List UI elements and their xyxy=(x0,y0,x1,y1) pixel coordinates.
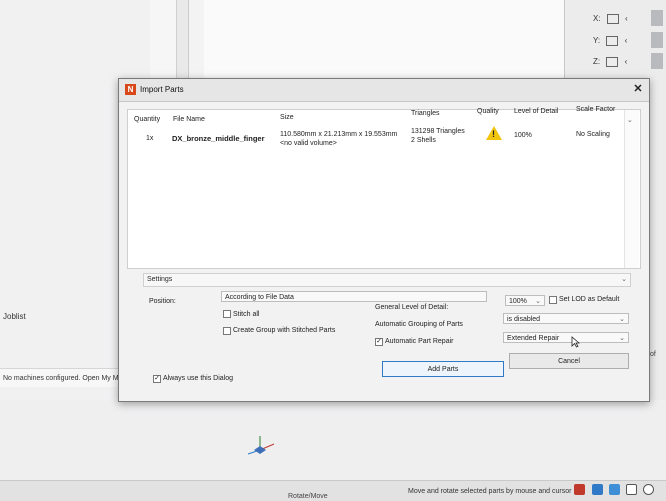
row-triangles: 131298 Triangles xyxy=(411,128,465,135)
column-header-quantity[interactable]: Quantity xyxy=(134,116,160,123)
chevron-down-icon[interactable]: ⌄ xyxy=(619,333,625,344)
auto-grouping-label: Automatic Grouping of Parts xyxy=(375,321,463,328)
axis-checkbox[interactable] xyxy=(606,57,619,67)
auto-repair-combo[interactable]: Extended Repair ⌄ xyxy=(503,332,629,343)
page-of-label: of xyxy=(650,351,656,358)
list-scrollbar[interactable]: ⌄ xyxy=(624,110,639,268)
stitch-all-checkbox[interactable] xyxy=(223,310,231,318)
row-level-of-detail: 100% xyxy=(514,132,532,139)
calculator-icon[interactable] xyxy=(592,484,603,495)
axis-checkbox[interactable] xyxy=(606,14,619,24)
chevron-left-icon[interactable]: ‹ xyxy=(625,57,628,66)
dialog-titlebar[interactable]: N Import Parts ✕ xyxy=(119,79,649,102)
close-icon[interactable]: ✕ xyxy=(631,82,645,95)
chevron-down-icon[interactable]: ⌄ xyxy=(621,275,627,283)
set-lod-default-checkbox[interactable] xyxy=(549,296,557,304)
chevron-left-icon[interactable]: ‹ xyxy=(625,36,628,45)
auto-grouping-combo[interactable]: is disabled ⌄ xyxy=(503,313,629,324)
position-field[interactable]: According to File Data xyxy=(221,291,487,302)
position-label: Position: xyxy=(149,298,176,305)
auto-grouping-value: is disabled xyxy=(507,316,541,323)
axis-label: Y: xyxy=(593,36,601,46)
always-use-dialog-label: Always use this Dialog xyxy=(163,375,234,382)
column-header-quality[interactable]: Quality xyxy=(477,108,499,115)
chevron-down-icon[interactable]: ⌄ xyxy=(627,116,633,124)
grid-icon[interactable] xyxy=(609,484,620,495)
axis-row-z: Z: ‹ xyxy=(593,57,627,67)
row-size: 110.580mm x 21.213mm x 19.553mm xyxy=(280,131,398,138)
position-value: According to File Data xyxy=(225,294,294,301)
axis-row-y: Y: ‹ xyxy=(593,36,627,46)
column-header-triangles[interactable]: Triangles xyxy=(411,110,440,117)
always-use-dialog-checkbox[interactable]: ✓ xyxy=(153,375,161,383)
row-shells: 2 Shells xyxy=(411,137,436,144)
set-lod-default-label: Set LOD as Default xyxy=(559,296,620,303)
status-fragment: Rotate/Move xyxy=(288,493,328,500)
axis-label: X: xyxy=(593,14,601,24)
chevron-left-icon[interactable]: ‹ xyxy=(625,14,628,23)
settings-label: Settings xyxy=(147,276,173,283)
general-lod-value: 100% xyxy=(509,298,527,305)
axis-checkbox[interactable] xyxy=(606,36,619,46)
row-quantity: 1x xyxy=(146,135,154,142)
joblist-label: Joblist xyxy=(3,312,26,321)
app-logo-icon: N xyxy=(125,84,136,95)
axis-label: Z: xyxy=(593,57,601,67)
mouse-cursor-icon xyxy=(571,336,580,348)
row-volume: <no valid volume> xyxy=(280,140,337,147)
general-lod-combo[interactable]: 100% ⌄ xyxy=(505,295,545,306)
chevron-down-icon[interactable]: ⌄ xyxy=(619,314,625,325)
chevron-down-icon[interactable]: ⌄ xyxy=(535,296,541,307)
column-header-level-of-detail[interactable]: Level of Detail xyxy=(514,108,558,115)
axis-gizmo-icon xyxy=(247,436,275,455)
general-lod-label: General Level of Detail: xyxy=(375,304,449,311)
settings-header[interactable]: Settings ⌄ xyxy=(143,273,631,287)
status-text: Move and rotate selected parts by mouse … xyxy=(408,488,572,495)
row-file-name: DX_bronze_middle_finger xyxy=(172,134,265,143)
create-group-label: Create Group with Stitched Parts xyxy=(233,327,336,334)
create-group-checkbox[interactable] xyxy=(223,327,231,335)
viewport[interactable] xyxy=(204,0,564,90)
wrench-icon[interactable] xyxy=(574,484,585,495)
column-header-scale-factor[interactable]: Scale Factor xyxy=(576,106,615,113)
dialog-title: Import Parts xyxy=(140,85,184,94)
clock-icon[interactable] xyxy=(643,484,654,495)
table-row[interactable]: 1x DX_bronze_middle_finger 110.580mm x 2… xyxy=(128,124,624,152)
parts-list[interactable]: Quantity File Name Size Triangles Qualit… xyxy=(127,106,641,269)
row-scale-factor: No Scaling xyxy=(576,131,610,138)
column-header-file-name[interactable]: File Name xyxy=(173,116,205,123)
column-header-size[interactable]: Size xyxy=(280,114,294,121)
cancel-button[interactable]: Cancel xyxy=(509,353,629,369)
axis-color-swatch xyxy=(651,53,663,69)
axis-row-x: X: ‹ xyxy=(593,14,628,24)
add-parts-button[interactable]: Add Parts xyxy=(382,361,504,377)
auto-repair-value: Extended Repair xyxy=(507,335,560,342)
axis-color-swatch xyxy=(651,32,663,48)
import-parts-dialog: N Import Parts ✕ Quantity File Name Size… xyxy=(118,78,650,402)
auto-repair-label: Automatic Part Repair xyxy=(385,338,454,345)
axis-color-swatch xyxy=(651,10,663,26)
screen-icon[interactable] xyxy=(626,484,637,495)
auto-repair-checkbox[interactable]: ✓ xyxy=(375,338,383,346)
stitch-all-label: Stitch all xyxy=(233,311,260,318)
